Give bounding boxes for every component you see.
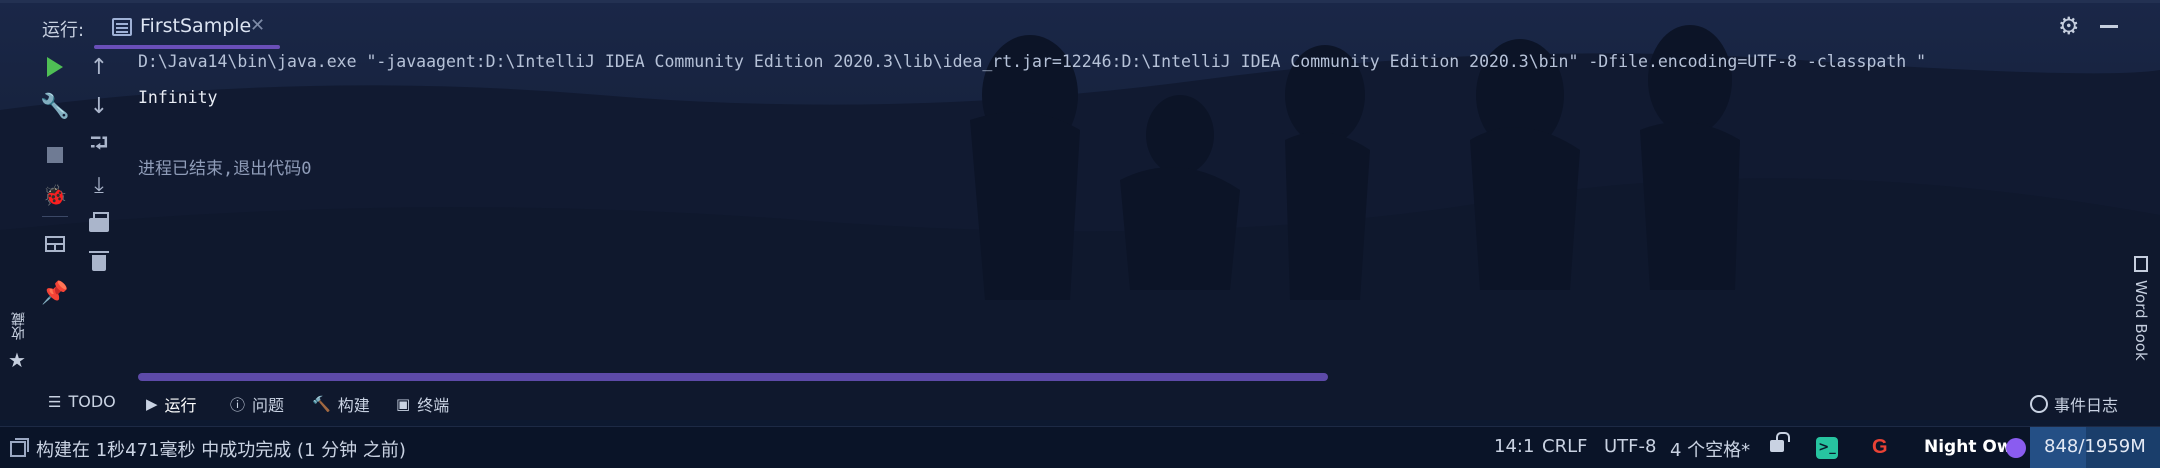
- divider: [42, 216, 68, 217]
- line-separator[interactable]: CRLF: [1542, 436, 1587, 457]
- pin-icon: 📌: [41, 280, 69, 306]
- console-output[interactable]: D:\Java14\bin\java.exe "-javaagent:D:\In…: [138, 52, 2118, 179]
- hammer-icon: 🔨: [312, 395, 331, 413]
- file-encoding[interactable]: UTF-8: [1604, 436, 1656, 457]
- scroll-to-end-icon: ⤓: [94, 172, 104, 198]
- print-button[interactable]: [84, 210, 114, 240]
- scroll-up-button[interactable]: ↑: [84, 52, 114, 82]
- tab-problems[interactable]: ⓘ 问题: [230, 392, 284, 416]
- word-book-label: Word Book: [2132, 280, 2150, 361]
- theme-name[interactable]: Night Owl: [1924, 437, 2018, 457]
- tab-todo-label: TODO: [68, 392, 116, 411]
- rerun-button[interactable]: [40, 52, 70, 82]
- terminal-icon: ▣: [396, 395, 411, 413]
- layout-icon: [45, 236, 65, 252]
- google-icon[interactable]: G: [1872, 436, 1888, 459]
- run-icon: [47, 57, 63, 77]
- exit-message: 进程已结束,退出代码0: [138, 159, 312, 179]
- tab-terminal[interactable]: ▣ 终端: [396, 392, 449, 416]
- run-label: 运行:: [42, 20, 85, 41]
- wrench-icon: 🔧: [40, 92, 70, 120]
- event-log-label: 事件日志: [2053, 396, 2118, 415]
- layout-button[interactable]: [40, 229, 70, 259]
- arrow-down-icon: ↓: [89, 93, 109, 119]
- tab-build-label: 构建: [337, 396, 370, 415]
- run-icon: ▶: [146, 395, 158, 413]
- print-icon: [89, 212, 109, 232]
- event-log-icon: [2029, 395, 2048, 413]
- program-output: Infinity: [138, 88, 218, 107]
- memory-text: 848/1959M: [2044, 436, 2146, 457]
- tool-window-bar: ☰ TODO ▶ 运行 ⓘ 问题 🔨 构建 ▣ 终端 事件日志: [0, 386, 2160, 420]
- tab-active-indicator: [94, 45, 280, 49]
- list-icon: ☰: [48, 392, 62, 411]
- run-window-header: 运行: FirstSample ✕ ⚙: [0, 6, 2160, 50]
- clear-all-button[interactable]: [84, 246, 114, 276]
- star-icon: ★: [8, 348, 26, 372]
- info-icon: ⓘ: [230, 395, 246, 414]
- tab-todo[interactable]: ☰ TODO: [48, 392, 116, 411]
- lock-icon[interactable]: [1770, 432, 1790, 452]
- tab-event-log[interactable]: 事件日志: [2029, 392, 2118, 416]
- tab-problems-label: 问题: [252, 396, 285, 415]
- tab-run-label: 运行: [164, 396, 197, 415]
- terminal-plugin-icon[interactable]: >_: [1816, 437, 1838, 459]
- memory-indicator[interactable]: 848/1959M: [2030, 427, 2160, 468]
- book-icon: [2134, 256, 2148, 272]
- indent-setting[interactable]: 4 个空格*: [1670, 436, 1750, 462]
- soft-wrap-button[interactable]: ⮒: [84, 129, 114, 161]
- tab-terminal-label: 终端: [417, 396, 450, 415]
- tab-build[interactable]: 🔨 构建: [312, 392, 370, 416]
- modify-config-button[interactable]: 🔧: [40, 91, 70, 121]
- gear-icon[interactable]: ⚙: [2058, 12, 2080, 40]
- top-border: [0, 0, 2160, 3]
- favorites-tool-button[interactable]: 收藏 ★: [6, 312, 32, 372]
- horizontal-scrollbar[interactable]: [138, 373, 1328, 381]
- toggle-tool-windows-icon[interactable]: [10, 438, 29, 457]
- debug-button[interactable]: 🐞: [40, 180, 70, 210]
- debug-icon: 🐞: [42, 183, 68, 207]
- scroll-down-button[interactable]: ↓: [84, 91, 114, 121]
- word-book-tool-button[interactable]: Word Book: [2128, 254, 2156, 374]
- console-icon: [112, 18, 132, 36]
- tab-title: FirstSample: [140, 15, 252, 37]
- close-icon[interactable]: ✕: [250, 15, 265, 36]
- command-line: D:\Java14\bin\java.exe "-javaagent:D:\In…: [138, 52, 1927, 71]
- scroll-to-end-button[interactable]: ⤓: [84, 170, 114, 200]
- status-bar: 构建在 1秒471毫秒 中成功完成 (1 分钟 之前) 14:1 CRLF UT…: [0, 426, 2160, 468]
- stop-icon: [47, 147, 63, 163]
- caret-position[interactable]: 14:1: [1494, 436, 1534, 457]
- tab-run[interactable]: ▶ 运行: [146, 392, 197, 416]
- stop-button[interactable]: [40, 140, 70, 170]
- status-message: 构建在 1秒471毫秒 中成功完成 (1 分钟 之前): [36, 440, 406, 461]
- tab-firstsample[interactable]: FirstSample ✕: [94, 9, 280, 49]
- status-message-area[interactable]: 构建在 1秒471毫秒 中成功完成 (1 分钟 之前): [10, 436, 406, 462]
- minimize-icon[interactable]: [2100, 25, 2118, 28]
- soft-wrap-icon: ⮒: [89, 128, 109, 157]
- favorites-label: 收藏: [11, 312, 27, 340]
- pin-button[interactable]: 📌: [40, 278, 70, 308]
- trash-icon: [89, 251, 109, 271]
- arrow-up-icon: ↑: [89, 54, 109, 80]
- theme-dot-icon[interactable]: [2006, 438, 2026, 458]
